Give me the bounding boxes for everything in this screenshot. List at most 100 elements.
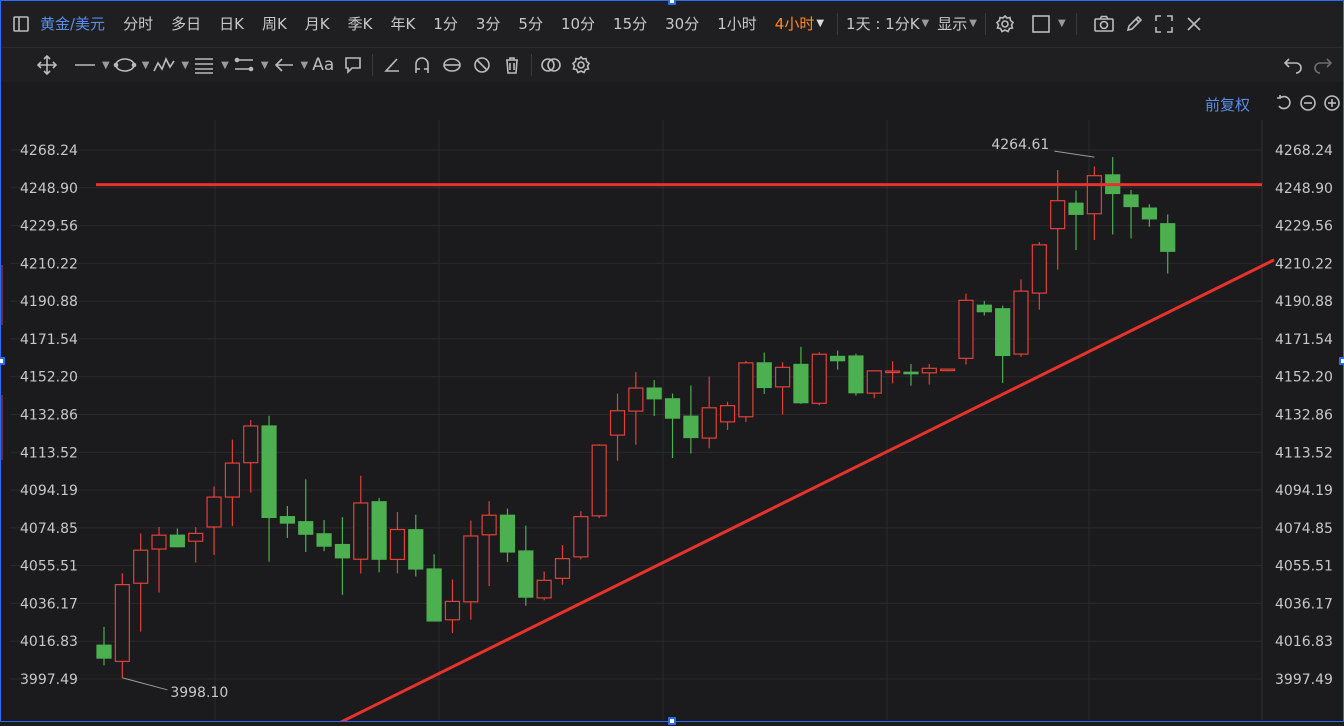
display-dropdown[interactable]: 显示 ▼ — [933, 0, 981, 48]
divider — [1075, 12, 1077, 35]
candle-body-up — [866, 370, 882, 394]
left-edge-marker — [0, 265, 3, 325]
trash-icon[interactable] — [497, 50, 527, 80]
camera-icon[interactable] — [1089, 9, 1119, 39]
y-tick-label-right: 4094.19 — [1275, 483, 1333, 499]
lock-drawings-icon[interactable] — [437, 50, 467, 80]
text-tool-icon[interactable]: Aa — [308, 50, 338, 80]
candle-body-up — [133, 549, 149, 584]
drawing-toolbar: ▼ ▼ ▼ ▼ ▼ ▼ Aa — [0, 48, 1344, 82]
price-adjust-button[interactable]: 前复权 — [1205, 94, 1250, 115]
candle-body-up — [444, 600, 461, 621]
line-tool-dropdown[interactable]: ▼ — [70, 50, 110, 80]
timeframe-8[interactable]: 3分 — [467, 0, 510, 48]
timeframe-5[interactable]: 季K — [339, 0, 382, 48]
display-label: 显示 — [937, 14, 968, 33]
timeframe-2[interactable]: 日K — [210, 0, 253, 48]
symbol-label[interactable]: 黄金/美元 — [36, 0, 114, 48]
y-tick-label-left: 4055.51 — [20, 559, 78, 575]
hide-drawings-icon[interactable] — [467, 50, 497, 80]
timeframe-1[interactable]: 多日 — [162, 0, 210, 48]
layout-dropdown[interactable]: ▼ — [1026, 9, 1066, 39]
resize-handle[interactable] — [668, 0, 676, 5]
left-edge-marker — [0, 395, 3, 460]
undo-icon[interactable] — [1278, 50, 1308, 80]
candle-body-up — [573, 516, 589, 558]
fullscreen-icon[interactable] — [1149, 9, 1179, 39]
active-timeframe-dropdown[interactable]: 4小时 ▼ — [766, 0, 833, 48]
resize-handle[interactable] — [668, 717, 676, 725]
candle-body-up — [885, 370, 901, 374]
reset-icon[interactable] — [1274, 92, 1294, 114]
chevron-down-icon: ▼ — [1057, 18, 1066, 29]
zoom-out-icon[interactable] — [1298, 92, 1318, 114]
chevron-down-icon: ▼ — [969, 17, 977, 29]
candlestick-chart[interactable]: 4268.24 4268.24 4248.90 4248.90 4229.56 4229.… — [0, 82, 1344, 726]
top-toolbar: 黄金/美元 分时 多日 日K 周K 月K 季K 年K 1分 3分 5分 10分 15分 30分 1小时 4… — [0, 0, 1344, 48]
period-setting-dropdown[interactable]: 1天 : 1分K ▼ — [842, 0, 933, 48]
ellipse-icon — [110, 50, 140, 80]
arrow-tool-dropdown[interactable]: ▼ — [269, 50, 309, 80]
magnet-icon[interactable] — [407, 50, 437, 80]
channel-tool-dropdown[interactable]: ▼ — [229, 50, 269, 80]
chevron-down-icon: ▼ — [816, 17, 825, 29]
timeframe-11[interactable]: 15分 — [604, 0, 656, 48]
timeframe-4[interactable]: 月K — [296, 0, 339, 48]
timeframe-13[interactable]: 1小时 — [708, 0, 766, 48]
y-tick-label-right: 4132.86 — [1275, 408, 1333, 424]
angle-tool-icon[interactable] — [377, 50, 407, 80]
sidebar-toggle-icon[interactable] — [6, 9, 36, 39]
timeframe-12[interactable]: 30分 — [656, 0, 708, 48]
candle-body-up — [243, 425, 259, 464]
timeframe-7[interactable]: 1分 — [424, 0, 467, 48]
timeframe-0[interactable]: 分时 — [114, 0, 162, 48]
resize-handle[interactable] — [1339, 357, 1344, 365]
y-tick-label-right: 4268.24 — [1275, 143, 1333, 159]
move-crosshair-icon[interactable] — [32, 50, 62, 80]
chevron-down-icon: ▼ — [221, 59, 229, 71]
zoom-in-icon[interactable] — [1322, 92, 1342, 114]
candle-body-down — [371, 501, 387, 560]
candle-body-up — [921, 367, 937, 374]
y-tick-label-right: 4171.54 — [1275, 332, 1333, 348]
y-tick-label-right: 4190.88 — [1275, 294, 1333, 310]
chevron-down-icon: ▼ — [300, 59, 309, 71]
compare-icon[interactable] — [536, 50, 566, 80]
timeframe-9[interactable]: 5分 — [509, 0, 552, 48]
y-tick-label-left: 4210.22 — [20, 256, 78, 272]
fibonacci-icon — [189, 50, 219, 80]
comment-icon[interactable] — [338, 50, 368, 80]
high-leader-line — [1054, 150, 1095, 158]
candle-body-up — [811, 353, 827, 404]
candle-body-down — [793, 363, 809, 404]
divider — [837, 12, 839, 35]
y-tick-label-left: 3997.49 — [20, 672, 78, 688]
fib-tool-dropdown[interactable]: ▼ — [189, 50, 229, 80]
y-tick-label-left: 4248.90 — [20, 181, 78, 197]
y-tick-label-left: 4190.88 — [20, 294, 78, 310]
candle-body-down — [169, 534, 185, 548]
pencil-icon[interactable] — [1119, 9, 1149, 39]
channel-icon — [229, 50, 259, 80]
timeframe-10[interactable]: 10分 — [552, 0, 604, 48]
candle-body-down — [334, 543, 351, 559]
redo-icon[interactable] — [1308, 50, 1338, 80]
y-tick-label-right: 4229.56 — [1275, 219, 1333, 235]
timeframe-3[interactable]: 周K — [253, 0, 296, 48]
candle-body-up — [463, 535, 479, 603]
close-icon[interactable] — [1179, 9, 1209, 39]
y-tick-label-right: 4113.52 — [1275, 445, 1333, 461]
candle-body-up — [628, 387, 644, 412]
timeframe-6[interactable]: 年K — [381, 0, 424, 48]
horizontal-line-icon — [70, 50, 100, 80]
low-leader-line — [122, 677, 168, 691]
settings-gear-icon[interactable] — [990, 9, 1020, 39]
shape-tool-dropdown[interactable]: ▼ — [110, 50, 149, 80]
candle-body-up — [536, 579, 552, 599]
y-tick-label-left: 4113.52 — [20, 445, 78, 461]
y-tick-label-right: 4210.22 — [1275, 256, 1333, 272]
resize-handle[interactable] — [0, 357, 5, 365]
pattern-tool-dropdown[interactable]: ▼ — [149, 50, 189, 80]
chart-area[interactable]: 4268.24 4268.24 4248.90 4248.90 4229.56 4229.… — [0, 82, 1344, 726]
drawing-settings-gear-icon[interactable] — [566, 50, 596, 80]
